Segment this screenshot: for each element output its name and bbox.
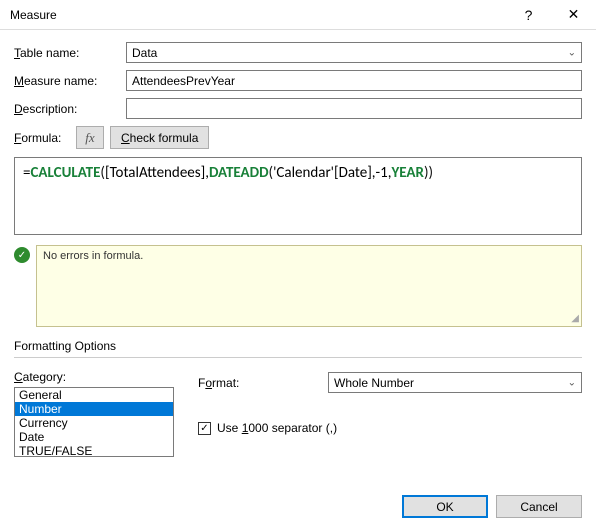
- close-button[interactable]: ✕: [551, 0, 596, 30]
- measure-name-input[interactable]: [126, 70, 582, 91]
- description-label: Description:: [14, 102, 126, 116]
- formula-editor[interactable]: =CALCULATE([TotalAttendees],DATEADD('Cal…: [14, 157, 582, 235]
- check-formula-button[interactable]: Check formula: [110, 126, 209, 149]
- resize-grip-icon[interactable]: ◢: [571, 313, 579, 324]
- formatting-options-label: Formatting Options: [14, 339, 582, 353]
- format-select[interactable]: Whole Number ⌄: [328, 372, 582, 393]
- dialog-title: Measure: [10, 8, 506, 22]
- formula-label: Formula:: [14, 131, 70, 145]
- cancel-button[interactable]: Cancel: [496, 495, 582, 518]
- category-listbox[interactable]: General Number Currency Date TRUE/FALSE: [14, 387, 174, 457]
- table-name-label: Table name:: [14, 46, 126, 60]
- measure-name-label: Measure name:: [14, 74, 126, 88]
- fx-button[interactable]: fx: [76, 126, 104, 149]
- category-label: Category:: [14, 370, 174, 384]
- description-input[interactable]: [126, 98, 582, 119]
- ok-button[interactable]: OK: [402, 495, 488, 518]
- use-separator-checkbox[interactable]: ✓: [198, 422, 211, 435]
- list-item[interactable]: TRUE/FALSE: [15, 444, 173, 457]
- checkmark-icon: ✓: [14, 247, 30, 263]
- format-label: Format:: [198, 376, 328, 390]
- list-item[interactable]: Number: [15, 402, 173, 416]
- list-item[interactable]: Date: [15, 430, 173, 444]
- help-button[interactable]: ?: [506, 0, 551, 30]
- list-item[interactable]: General: [15, 388, 173, 402]
- use-separator-label: Use 1000 separator (,): [217, 421, 337, 435]
- list-item[interactable]: Currency: [15, 416, 173, 430]
- table-name-select[interactable]: Data ⌄: [126, 42, 582, 63]
- status-message-box: No errors in formula. ◢: [36, 245, 582, 327]
